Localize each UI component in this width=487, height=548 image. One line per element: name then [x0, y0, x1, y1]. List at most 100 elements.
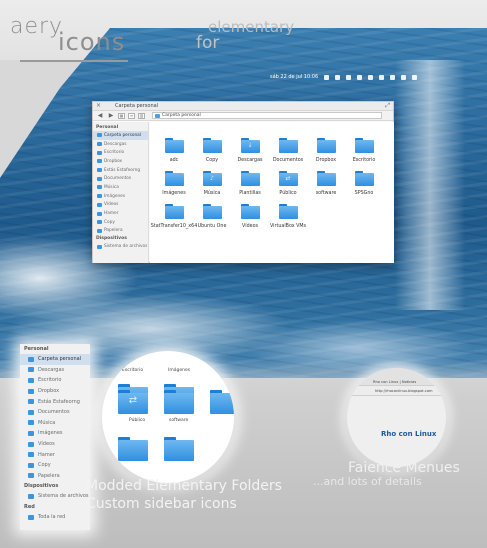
sidebar-item-dropbox[interactable]: Dropbox [20, 386, 90, 397]
dropbox-indicator-icon[interactable] [379, 74, 385, 80]
user-indicator-icon[interactable] [401, 74, 407, 80]
folder-item[interactable]: VirtualBox VMs [270, 204, 306, 229]
folder-item[interactable]: Copy [194, 138, 230, 163]
folder-item[interactable]: Ubuntu One [194, 204, 230, 229]
sidebar-item-label: Copy [38, 462, 51, 469]
folder-item[interactable]: software [308, 171, 344, 196]
sidebar-item-network[interactable]: Toda la red [20, 512, 90, 523]
folder-item[interactable]: adc [156, 138, 192, 163]
close-icon[interactable]: × [96, 103, 101, 109]
chat-indicator-icon[interactable] [346, 74, 352, 80]
zoom-tab-title[interactable]: Rho con Linux | Noticias [373, 380, 416, 384]
sidebar-item-pictures[interactable]: Imágenes [93, 192, 148, 201]
sidebar-item-copy[interactable]: Copy [20, 460, 90, 471]
folder-icon [164, 204, 184, 219]
location-bar[interactable]: Carpeta personal [152, 112, 382, 119]
folder-label: adc [169, 158, 179, 163]
window-titlebar[interactable]: × Carpeta personal ⤢ [93, 102, 393, 111]
sidebar-item-folder[interactable]: Estás Estafeorng [20, 396, 90, 407]
folder-item[interactable]: Vídeos [232, 204, 268, 229]
folder-grid: adc Copy ↓ Descargas Documentos Dropbox Escrit… [151, 138, 390, 229]
battery-indicator-icon[interactable] [368, 74, 374, 80]
sidebar-item-label: Documentos [104, 176, 132, 182]
sidebar-item-pictures[interactable]: Imágenes [20, 428, 90, 439]
sidebar-item-label: Documentos [38, 409, 70, 416]
sidebar-item-filesystem[interactable]: Sistema de archivos [93, 242, 148, 251]
zoom-folder-label: Público [129, 418, 146, 423]
zoom-url[interactable]: http://rhoconlinux.blogspot.com [375, 389, 433, 393]
sidebar-item-hamer[interactable]: Hamer [20, 449, 90, 460]
folder-label: Dropbox [315, 158, 337, 163]
folder-item[interactable]: ↓ Descargas [232, 138, 268, 163]
sidebar-item-label: Música [38, 419, 56, 426]
folder-view: adc Copy ↓ Descargas Documentos Dropbox Escrit… [150, 122, 394, 263]
sidebar-item-label: Escritorio [38, 377, 62, 384]
sidebar-item-trash[interactable]: Papelera [20, 471, 90, 482]
forward-icon[interactable]: ▶ [107, 112, 115, 119]
sidebar-item-label: Papelera [104, 228, 123, 234]
column-view-icon[interactable]: ▥ [138, 112, 145, 119]
sidebar-item-copy[interactable]: Copy [93, 218, 148, 227]
folder-icon [164, 437, 194, 461]
sidebar-item-trash[interactable]: Papelera [93, 227, 148, 236]
session-indicator-icon[interactable] [412, 74, 418, 80]
folder-item[interactable]: ♪ Música [194, 171, 230, 196]
sidebar-item-label: Imágenes [38, 430, 63, 437]
keyboard-indicator-icon[interactable] [390, 74, 396, 80]
sidebar-item-label: Escritorio [104, 150, 125, 156]
sidebar-item-hamer[interactable]: Hamer [93, 209, 148, 218]
folder-icon [354, 171, 374, 186]
folder-label: Ubuntu One [197, 224, 227, 229]
network-indicator-icon[interactable] [324, 74, 330, 80]
sidebar-item-videos[interactable]: Vídeos [93, 201, 148, 210]
folder-icon: ♪ [202, 171, 222, 186]
grid-view-icon[interactable]: ▦ [118, 112, 125, 119]
sidebar-item-label: Vídeos [38, 441, 55, 448]
document-icon [97, 176, 102, 181]
dropbox-icon [97, 159, 102, 164]
sidebar-item-documents[interactable]: Documentos [20, 407, 90, 418]
sidebar-item-music[interactable]: Música [93, 183, 148, 192]
sidebar-item-home[interactable]: Carpeta personal [93, 131, 148, 140]
folder-item[interactable]: Imágenes [156, 171, 192, 196]
folder-item[interactable]: Plantillas [232, 171, 268, 196]
sidebar-item-music[interactable]: Música [20, 418, 90, 429]
folder-item[interactable]: Documentos [270, 138, 306, 163]
folder-icon [28, 462, 34, 468]
zoom-page-heading: Rho con Linux [381, 430, 437, 438]
folder-item[interactable]: StatTransfer10_x64 [151, 204, 197, 229]
sidebar-item-home[interactable]: Carpeta personal [20, 354, 90, 365]
sidebar-item-label: Vídeos [104, 202, 119, 208]
maximize-icon[interactable]: ⤢ [385, 103, 390, 109]
window-sidebar: Personal Carpeta personal Descargas Escr… [93, 122, 149, 263]
folder-icon [28, 452, 34, 458]
folder-label: Vídeos [241, 224, 259, 229]
folder-label: Copy [205, 158, 219, 163]
sidebar-item-desktop[interactable]: Escritorio [93, 148, 148, 157]
sidebar-item-downloads[interactable]: Descargas [93, 140, 148, 149]
sidebar-item-desktop[interactable]: Escritorio [20, 375, 90, 386]
back-icon[interactable]: ◀ [96, 112, 104, 119]
folder-item[interactable]: ⇄ Público [270, 171, 306, 196]
folder-icon [240, 204, 260, 219]
sidebar-item-documents[interactable]: Documentos [93, 174, 148, 183]
folder-item[interactable]: Escritorio [346, 138, 382, 163]
sidebar-item-dropbox[interactable]: Dropbox [93, 157, 148, 166]
folder-icon [210, 390, 234, 414]
sidebar-item-filesystem[interactable]: Sistema de archivos [20, 491, 90, 502]
panel-clock[interactable]: sáb 22 de jul 10:06 [270, 74, 318, 80]
folder-icon [164, 171, 184, 186]
zoom-folder-label: Escritorio [122, 368, 144, 373]
sidebar-item-folder[interactable]: Estás Estafeorng [93, 166, 148, 175]
mail-indicator-icon[interactable] [335, 74, 341, 80]
sidebar-item-videos[interactable]: Vídeos [20, 439, 90, 450]
list-view-icon[interactable]: ≡ [128, 112, 135, 119]
folder-item[interactable]: SPSGno [346, 171, 382, 196]
folder-label: Descargas [237, 158, 263, 163]
folder-icon [278, 138, 298, 153]
folder-item[interactable]: Dropbox [308, 138, 344, 163]
sound-indicator-icon[interactable] [357, 74, 363, 80]
sidebar-item-label: Sistema de archivos [38, 493, 89, 500]
caption-faience: Faience Menues [348, 460, 460, 476]
sidebar-item-downloads[interactable]: Descargas [20, 365, 90, 376]
